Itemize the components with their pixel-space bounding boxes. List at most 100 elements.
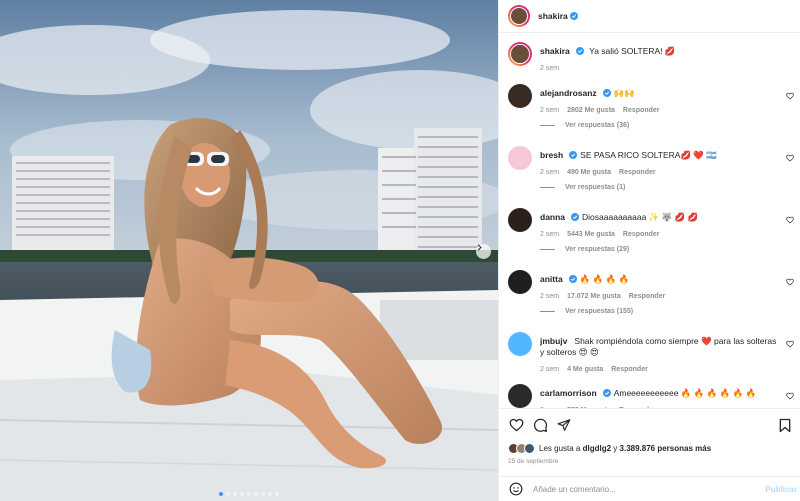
view-replies-button[interactable]: Ver respuestas (36) [540, 122, 629, 129]
comment-input[interactable] [533, 484, 743, 494]
comment-like-heart-icon[interactable] [786, 216, 794, 224]
comment-avatar[interactable] [508, 208, 532, 232]
likes-summary: Les gusta a dlgdlg2 y 3.389.876 personas… [508, 443, 711, 454]
comment-body: jmbujv Shak rompiéndola como siempre ❤️ p… [540, 336, 782, 375]
comment-meta: 2 sem 17.072 Me gusta Responder [540, 291, 782, 302]
comment-text: Shak rompiéndola como siempre ❤️ para la… [540, 336, 777, 357]
comment-username[interactable]: alejandrosanz [540, 88, 597, 98]
author-avatar [511, 8, 527, 24]
reply-button[interactable]: Responder [623, 105, 660, 116]
comment-like-heart-icon[interactable] [786, 154, 794, 162]
comment-likes[interactable]: 490 Me gusta [567, 167, 611, 178]
verified-badge-icon [571, 213, 580, 221]
comment-avatar[interactable] [508, 270, 532, 294]
view-replies-label: Ver respuestas (29) [565, 246, 630, 253]
post-date[interactable]: 25 de septiembre [508, 458, 558, 465]
likes-others[interactable]: 3.389.876 personas más [620, 444, 712, 453]
carousel-dot [240, 492, 244, 496]
comment-like-heart-icon[interactable] [786, 392, 794, 400]
replies-divider [540, 125, 555, 126]
comment-body: carlamorrisonAmeeeeeeeeeee 🔥 🔥 🔥 🔥 🔥 🔥2 … [540, 388, 782, 408]
comment-likes[interactable]: 4 Me gusta [567, 364, 603, 375]
publish-button[interactable]: Publicar [765, 485, 797, 494]
view-replies-button[interactable]: Ver respuestas (29) [540, 246, 629, 253]
comment-text: Ameeeeeeeeeee 🔥 🔥 🔥 🔥 🔥 🔥 [613, 388, 757, 398]
view-replies-button[interactable]: Ver respuestas (155) [540, 308, 633, 315]
like-button[interactable] [508, 417, 524, 433]
caption-age[interactable]: 2 sem [540, 63, 559, 74]
comment-body: alejandrosanz 🙌🙌 2 sem 2802 Me gusta Respond… [540, 88, 782, 116]
comment-text: 🔥 🔥 🔥 🔥 [579, 274, 630, 284]
view-replies-button[interactable]: Ver respuestas (1) [540, 184, 625, 191]
comment-like-heart-icon[interactable] [786, 278, 794, 286]
comment-avatar[interactable] [508, 84, 532, 108]
comment-body: anitta 🔥 🔥 🔥 🔥 2 sem 17.072 Me gusta Respond… [540, 274, 782, 302]
comment-avatar[interactable] [508, 332, 532, 356]
carousel-dot [226, 492, 230, 496]
liker-avatar[interactable] [524, 443, 535, 454]
carousel-dot [254, 492, 258, 496]
carousel-dot [261, 492, 265, 496]
comment-meta: 2 sem 2802 Me gusta Responder [540, 105, 782, 116]
comment-likes[interactable]: 17.072 Me gusta [567, 291, 621, 302]
verified-badge-icon [569, 151, 578, 159]
comment-button[interactable] [532, 417, 548, 433]
likes-connector: y [613, 444, 618, 453]
reply-button[interactable]: Responder [611, 364, 648, 375]
comment-meta: 2 sem 490 Me gusta Responder [540, 167, 782, 178]
caption-avatar[interactable] [508, 42, 532, 66]
comment-like-heart-icon[interactable] [786, 92, 794, 100]
comment-avatar[interactable] [508, 384, 532, 408]
save-button[interactable] [777, 417, 793, 433]
comments-list: shakira Ya salió SOLTERA! 💋 2 sem alejan… [499, 34, 800, 408]
post-photo[interactable] [0, 0, 498, 501]
verified-badge-icon [575, 47, 584, 55]
caption-username[interactable]: shakira [540, 46, 570, 56]
comment-likes[interactable]: 2802 Me gusta [567, 105, 615, 116]
view-replies-label: Ver respuestas (36) [565, 122, 630, 129]
comment-age[interactable]: 2 sem [540, 229, 559, 240]
reply-button[interactable]: Responder [629, 291, 666, 302]
comment-like-heart-icon[interactable] [786, 340, 794, 348]
comment-body: danna Diosaaaaaaaaaa ✨ 🐺 💋 💋 2 sem 5443 Me … [540, 212, 782, 240]
comment-likes[interactable]: 5443 Me gusta [567, 229, 615, 240]
emoji-button[interactable] [508, 481, 524, 497]
view-replies-label: Ver respuestas (1) [565, 184, 626, 191]
carousel-next-button[interactable] [476, 244, 491, 259]
comment-item: carlamorrisonAmeeeeeeeeeee 🔥 🔥 🔥 🔥 🔥 🔥2 … [508, 384, 796, 408]
chevron-right-icon [477, 244, 482, 251]
author-avatar-ring[interactable] [508, 5, 530, 27]
carousel-dot [219, 492, 223, 496]
bookmark-icon [779, 418, 791, 432]
reply-button[interactable]: Responder [619, 167, 656, 178]
comment-item: jmbujv Shak rompiéndola como siempre ❤️ p… [508, 332, 796, 392]
author-username[interactable]: shakira [538, 11, 568, 21]
verified-badge-icon [602, 89, 611, 97]
comment-body: bresh SE PASA RICO SOLTERA💋 ❤️ 🇦🇷 2 sem 490… [540, 150, 782, 178]
view-replies-label: Ver respuestas (155) [565, 308, 634, 315]
comment-username[interactable]: danna [540, 212, 565, 222]
comment-age[interactable]: 2 sem [540, 105, 559, 116]
comment-age[interactable]: 2 sem [540, 291, 559, 302]
comment-item: anitta 🔥 🔥 🔥 🔥 2 sem 17.072 Me gusta Respond… [508, 270, 796, 330]
post-actions: Les gusta a dlgdlg2 y 3.389.876 personas… [499, 408, 800, 474]
share-button[interactable] [556, 417, 572, 433]
comment-age[interactable]: 2 sem [540, 364, 559, 375]
comment-age[interactable]: 2 sem [540, 167, 559, 178]
replies-divider [540, 311, 555, 312]
comment-username[interactable]: jmbujv [540, 336, 567, 346]
carousel-dot [268, 492, 272, 496]
comment-avatar[interactable] [508, 146, 532, 170]
comment-username[interactable]: carlamorrison [540, 388, 597, 398]
comment-item: danna Diosaaaaaaaaaa ✨ 🐺 💋 💋 2 sem 5443 Me … [508, 208, 796, 268]
reply-button[interactable]: Responder [623, 229, 660, 240]
comment-meta: 2 sem 5443 Me gusta Responder [540, 229, 782, 240]
verified-badge-icon [568, 275, 577, 283]
post-header: shakira [499, 0, 800, 33]
comment-username[interactable]: anitta [540, 274, 563, 284]
post-caption: shakira Ya salió SOLTERA! 💋 2 sem [508, 42, 796, 78]
comment-username[interactable]: bresh [540, 150, 563, 160]
comment-item: bresh SE PASA RICO SOLTERA💋 ❤️ 🇦🇷 2 sem 490… [508, 146, 796, 206]
comment-text: 🙌🙌 [613, 88, 635, 98]
likes-user[interactable]: dlgdlg2 [583, 444, 611, 453]
